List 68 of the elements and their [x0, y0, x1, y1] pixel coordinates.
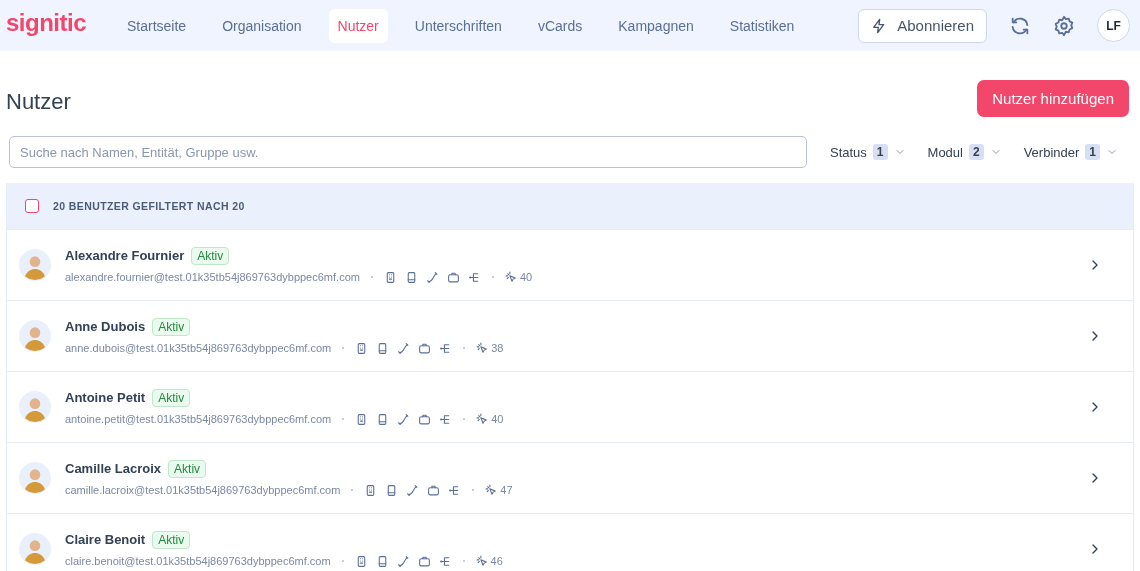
avatar-icon	[19, 533, 51, 565]
count-badge: 1	[1085, 144, 1100, 160]
click-count: 47	[500, 484, 513, 496]
count-badge: 1	[872, 144, 888, 160]
avatar-icon	[19, 462, 51, 494]
click-icon	[476, 412, 490, 426]
nav-tab[interactable]: Nutzer	[328, 8, 388, 43]
briefcase-icon	[446, 270, 460, 284]
user-email: antoine.petit@test.01k35tb54j869763dybppec6mf.com	[65, 413, 332, 425]
phone-icon	[396, 554, 410, 568]
user-email: claire.benoit@test.01k35tb54j869763dybppec6mf.com	[65, 555, 331, 567]
subscribe-button[interactable]: Abonnieren	[858, 8, 987, 43]
user-name: Camille Lacroix	[65, 461, 162, 476]
avatar-icon	[19, 249, 51, 281]
filter-summary: 20 BENUTZER GEFILTERT NACH 20	[53, 200, 245, 212]
user-name: Antoine Petit	[65, 390, 146, 405]
briefcase-icon	[417, 554, 431, 568]
branch-icon	[467, 270, 481, 284]
filter-dropdown[interactable]: Verbinder 1	[1018, 144, 1123, 160]
add-user-button[interactable]: Nutzer hinzufügen	[977, 80, 1129, 117]
settings-icon[interactable]	[1053, 14, 1075, 37]
user-name: Alexandre Fournier	[65, 248, 185, 263]
click-icon	[485, 483, 499, 497]
phone-icon	[397, 412, 411, 426]
user-name: Anne Dubois	[65, 319, 146, 334]
status-badge: Aktiv	[168, 459, 207, 478]
status-badge: Aktiv	[191, 246, 230, 265]
click-icon	[504, 270, 518, 284]
briefcase-icon	[427, 483, 441, 497]
user-name: Claire Benoit	[65, 532, 146, 547]
status-badge: Aktiv	[152, 317, 191, 336]
user-email: anne.dubois@test.01k35tb54j869763dybppec6mf.com	[65, 342, 332, 354]
avatar-icon	[19, 320, 51, 352]
briefcase-icon	[418, 341, 432, 355]
click-count: 40	[519, 271, 533, 283]
user-row[interactable]: Antoine Petit Aktiv antoine.petit@test.01k35tb54j869763dybppec6mf.com 40	[7, 371, 1133, 442]
briefcase-icon	[418, 412, 432, 426]
user-row[interactable]: Alexandre Fournier Aktiv alexandre.fournier@test.01k35tb54j869763dybppec6mf.com 40	[7, 229, 1133, 300]
click-icon	[475, 554, 489, 568]
filter-dropdown[interactable]: Status 1	[825, 144, 911, 160]
search-field[interactable]: Suche nach Namen, Entität, Gruppe usw.	[9, 136, 807, 168]
click-count: 40	[491, 413, 504, 425]
select-all-checkbox[interactable]	[25, 199, 39, 213]
click-count: 46	[490, 555, 503, 567]
phone-icon	[406, 483, 420, 497]
nav-tab[interactable]: Kampagnen	[609, 8, 703, 43]
user-row[interactable]: Anne Dubois Aktiv anne.dubois@test.01k35tb54j869763dybppec6mf.com 38	[7, 300, 1133, 371]
user-email: alexandre.fournier@test.01k35tb54j869763dybppec6mf.com	[65, 271, 360, 283]
filter-dropdown[interactable]: Modul 2	[922, 144, 1007, 160]
user-email: camille.lacroix@test.01k35tb54j869763dybppec6mf.com	[65, 484, 341, 496]
avatar-icon	[19, 391, 51, 423]
branch-icon	[438, 554, 452, 568]
count-badge: 2	[968, 144, 984, 160]
phone-icon	[397, 341, 411, 355]
click-count: 38	[491, 342, 504, 354]
nav-tab[interactable]: Startseite	[118, 8, 196, 43]
nav-tab[interactable]: Statistiken	[720, 8, 804, 43]
user-row[interactable]: Claire Benoit Aktiv claire.benoit@test.01k35tb54j869763dybppec6mf.com 46	[7, 513, 1133, 571]
page-title: Nutzer	[6, 88, 71, 115]
nav-tab[interactable]: Organisation	[213, 8, 311, 43]
user-avatar[interactable]: LF	[1097, 9, 1130, 42]
user-row[interactable]: Camille Lacroix Aktiv camille.lacroix@test.01k35tb54j869763dybppec6mf.com 47	[7, 442, 1133, 513]
click-icon	[476, 341, 490, 355]
nav-tab[interactable]: vCards	[528, 8, 592, 43]
status-badge: Aktiv	[152, 388, 191, 407]
phone-icon	[425, 270, 439, 284]
nav-tab[interactable]: Unterschriften	[405, 8, 511, 43]
status-badge: Aktiv	[152, 530, 191, 549]
